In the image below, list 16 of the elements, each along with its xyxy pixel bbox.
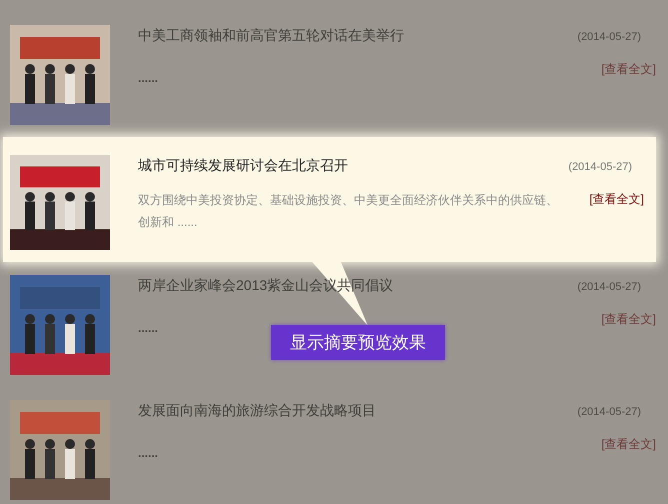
article-summary: ...... (138, 445, 158, 462)
read-more-link[interactable]: [查看全文] (601, 61, 656, 78)
article-summary: ...... (138, 70, 158, 87)
article-title[interactable]: 发展面向南海的旅游综合开发战略项目 (138, 402, 376, 420)
article-summary: 双方围绕中美投资协定、基础设施投资、中美更全面经济伙伴关系中的供应链、创新和 ...... (138, 192, 558, 231)
read-more-link[interactable]: [查看全文] (601, 311, 656, 328)
read-more-link[interactable]: [查看全文] (601, 436, 656, 453)
article-date: (2014-05-27) (577, 281, 641, 293)
article-date: (2014-05-27) (568, 161, 632, 173)
article-title[interactable]: 中美工商领袖和前高官第五轮对话在美举行 (138, 27, 404, 45)
article-date: (2014-05-27) (577, 31, 641, 43)
article-summary: ...... (138, 320, 158, 337)
article-date: (2014-05-27) (577, 406, 641, 418)
read-more-link[interactable]: [查看全文] (589, 191, 644, 208)
article-title[interactable]: 城市可持续发展研讨会在北京召开 (138, 157, 348, 175)
callout-label: 显示摘要预览效果 (271, 325, 445, 360)
